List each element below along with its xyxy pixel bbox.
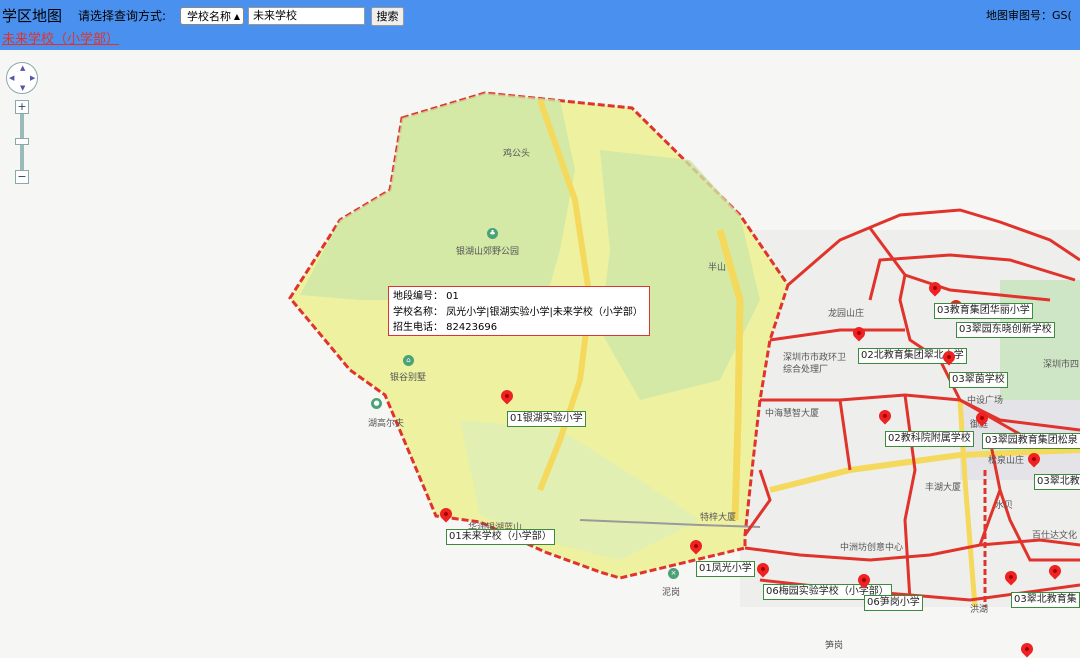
zoom-in-button[interactable]: + [15, 100, 29, 114]
map-canvas[interactable]: 鸡公头 ♣ 银湖山郊野公园 半山 ⌂ 银谷别墅 ● 湖高尔夫 龙园山庄 深圳市市… [0, 50, 1080, 658]
search-button[interactable]: 搜索 [371, 7, 404, 26]
school-names: 学校名称： 凤光小学|银湖实验小学|未来学校（小学部） [393, 306, 643, 318]
place-label: 银湖山郊野公园 [456, 247, 520, 257]
school-label[interactable]: 03翠茵学校 [949, 372, 1008, 388]
place-label: 洪湖 [970, 605, 989, 615]
zoom-slider-handle[interactable] [15, 138, 29, 145]
park-icon: ♣ [487, 228, 498, 239]
place-label: 半山 [708, 263, 727, 273]
place-label: 鸡公头 [503, 149, 531, 159]
place-label: 中设广场 [967, 396, 1004, 406]
place-label: 百仕达文化 [1032, 531, 1078, 541]
map-pin-icon[interactable] [1018, 640, 1036, 658]
place-label: 笋岗 [825, 641, 844, 651]
query-label: 请选择查询方式: [78, 9, 167, 23]
place-label: 丰湖大厦 [925, 483, 962, 493]
place-label: 深圳市四 [1043, 360, 1080, 370]
pan-right-icon[interactable]: ▶ [30, 74, 35, 82]
place-label: 龙园山庄 [828, 309, 865, 319]
info-popup: 地段编号： 01 学校名称： 凤光小学|银湖实验小学|未来学校（小学部） 招生电… [388, 286, 650, 336]
place-label: 中海慧智大厦 [765, 409, 820, 419]
place-label: 水贝 [995, 501, 1014, 511]
result-link[interactable]: 未来学校（小学部） [2, 28, 119, 47]
zoom-out-button[interactable]: − [15, 170, 29, 184]
school-label[interactable]: 01未来学校（小学部） [446, 529, 555, 545]
school-label[interactable]: 01凤光小学 [696, 561, 755, 577]
pan-up-icon[interactable]: ▲ [20, 64, 25, 72]
school-label[interactable]: 03翠园教育集团松泉 [982, 433, 1080, 449]
pan-control[interactable]: ▲ ▼ ◀ ▶ [6, 62, 38, 94]
station-icon: ⨯ [668, 568, 679, 579]
place-label: 特梓大厦 [700, 513, 737, 523]
query-type-value: 学校名称 [187, 10, 231, 23]
app-title: 学区地图 [2, 7, 63, 25]
place-label: 中洲坊创意中心 [840, 543, 904, 553]
place-label: 湖高尔夫 [368, 419, 405, 429]
school-label[interactable]: 06笋岗小学 [864, 595, 923, 611]
search-input[interactable]: 未来学校 [248, 7, 365, 25]
school-label[interactable]: 03翠北教育集 [1011, 592, 1080, 608]
villa-icon: ⌂ [403, 355, 414, 366]
pan-down-icon[interactable]: ▼ [20, 84, 25, 92]
school-label[interactable]: 03翠园东晓创新学校 [956, 322, 1055, 338]
top-bar: 学区地图 请选择查询方式: 学校名称 ▲ 未来学校 搜索 地图审图号：GS( 未… [0, 0, 1080, 50]
place-label: 泥岗 [662, 588, 681, 598]
pan-left-icon[interactable]: ◀ [9, 74, 14, 82]
map-approval-number: 地图审图号：GS( [986, 9, 1072, 22]
query-type-select[interactable]: 学校名称 ▲ [180, 7, 244, 25]
place-label: 综合处理厂 [783, 365, 829, 375]
school-label[interactable]: 01银湖实验小学 [507, 411, 586, 427]
golf-icon: ● [371, 398, 382, 409]
school-label[interactable]: 02教科院附属学校 [885, 431, 974, 447]
school-label[interactable]: 03翠北教 [1034, 474, 1080, 490]
place-label: 银谷别墅 [390, 373, 427, 383]
school-label[interactable]: 03教育集团华丽小学 [934, 303, 1033, 319]
district-number: 地段编号： 01 [393, 291, 459, 302]
place-label: 松泉山庄 [988, 456, 1025, 466]
select-arrow-icon: ▲ [233, 12, 240, 21]
enrollment-phone: 招生电话： 82423696 [393, 322, 498, 333]
